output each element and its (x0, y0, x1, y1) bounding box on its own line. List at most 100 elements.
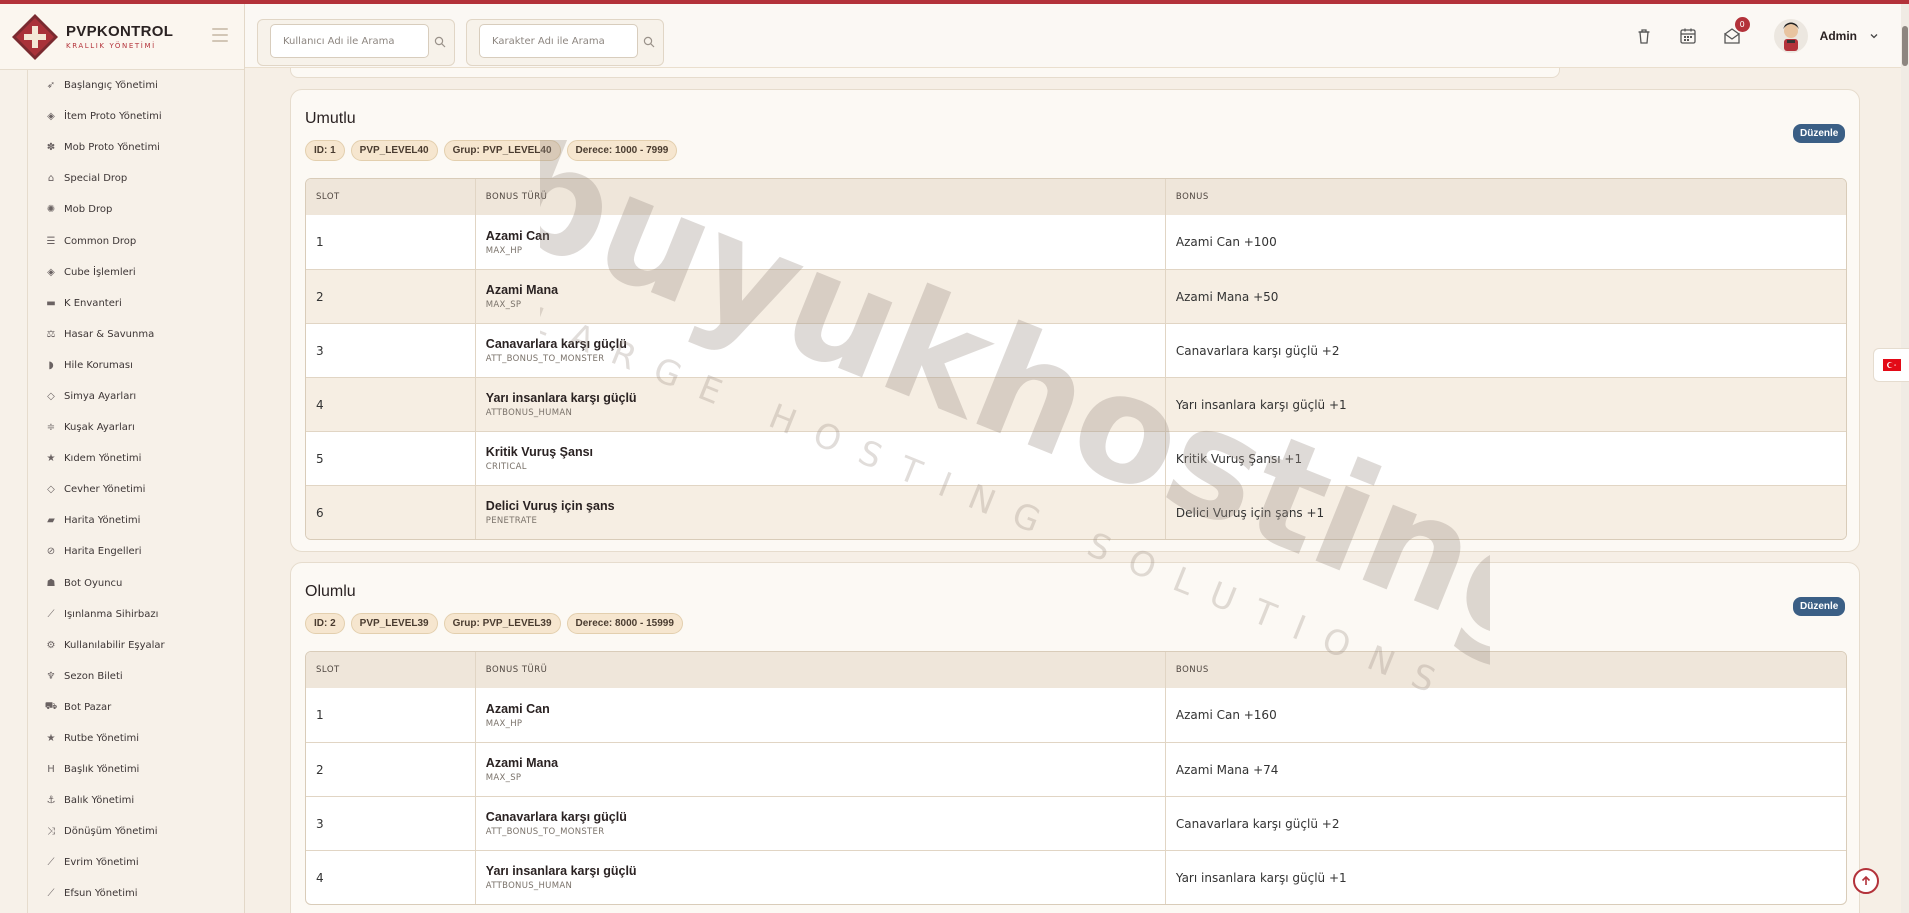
info-chip: PVP_LEVEL39 (350, 613, 438, 634)
sidebar-item-label: Kullanılabilir Eşyalar (64, 639, 165, 651)
info-chip: Derece: 1000 - 7999 (566, 140, 678, 161)
sidebar-item[interactable]: H Başlık Yönetimi (28, 754, 245, 785)
sidebar-item[interactable]: ⌂ Special Drop (28, 163, 245, 194)
sidebar-item-label: Sezon Bileti (64, 670, 123, 682)
sidebar-item[interactable]: ⚖ Hasar & Savunma (28, 319, 245, 350)
sidebar-item[interactable]: ◇ Simya Ayarları (28, 381, 245, 412)
scroll-to-top-button[interactable] (1853, 868, 1879, 894)
bonus-type-name: Yarı insanlara karşı güçlü (485, 391, 637, 405)
sidebar-item-label: Efsun Yönetimi (64, 888, 138, 900)
bonus-table: SLOT BONUS TÜRÜ BONUS 1 Azami Can MAX_HP Azami… (305, 178, 1847, 540)
slot-cell: 4 (316, 397, 324, 412)
menu-toggle-icon[interactable] (212, 28, 228, 46)
mail-icon[interactable]: 0 (1722, 17, 1750, 46)
gift-icon: ⌂ (47, 173, 55, 185)
cogs-icon: ⚙ (46, 639, 56, 651)
bonus-value-cell: Canavarlara karşı güçlü +2 (1164, 324, 1846, 377)
bonus-type-name: Kritik Vuruş Şansı (485, 445, 594, 459)
slot-cell: 5 (316, 451, 324, 466)
column-header-slot: SLOT (316, 192, 340, 202)
sidebar-item[interactable]: ≑ Kuşak Ayarları (28, 412, 245, 443)
slot-cell: 1 (316, 708, 324, 722)
android-icon: ☗ (46, 577, 56, 589)
avatar[interactable] (1773, 19, 1808, 53)
trophy-icon: ♆ (46, 670, 56, 682)
sidebar-item[interactable]: ▬ K Envanteri (28, 288, 245, 319)
bonus-group-card: Olumlu ID: 2 PVP_LEVEL39 Grup: PVP_LEVEL39 D… (290, 562, 1860, 913)
sidebar-item-label: Harita Engelleri (64, 546, 142, 558)
chevron-down-icon[interactable] (1869, 31, 1879, 41)
sidebar-item[interactable]: ⊘ Harita Engelleri (28, 536, 245, 567)
sidebar-item[interactable]: ⟋ Evrim Yönetimi (28, 847, 245, 878)
sidebar-item[interactable]: ◇ Cevher Yönetimi (28, 474, 245, 505)
sidebar-item[interactable]: ☰ Common Drop (28, 225, 245, 256)
sidebar-item[interactable]: ♆ Sezon Bileti (28, 661, 245, 692)
sidebar-item-label: Başlık Yönetimi (64, 764, 140, 776)
sidebar-item-label: Cevher Yönetimi (64, 484, 146, 496)
bonus-type-code: ATT_BONUS_TO_MONSTER (485, 354, 605, 364)
mail-badge: 0 (1734, 17, 1750, 32)
sidebar-item[interactable]: ◗ Hile Koruması (28, 350, 245, 381)
bonus-type-name: Canavarlara karşı güçlü (485, 810, 627, 824)
edit-button[interactable]: Düzenle (1793, 597, 1846, 616)
info-chip: Grup: PVP_LEVEL40 (443, 140, 561, 161)
sidebar-item[interactable]: ▰ Harita Yönetimi (28, 505, 245, 536)
bonus-type-name: Yarı insanlara karşı güçlü (485, 864, 637, 878)
sidebar-item-label: Simya Ayarları (64, 390, 137, 402)
sidebar-item-label: İtem Proto Yönetimi (64, 111, 162, 123)
sidebar-item[interactable]: ☗ Bot Oyuncu (28, 568, 245, 599)
bonus-type-name: Canavarlara karşı güçlü (485, 337, 627, 351)
brand[interactable]: PVPKONTROL KRALLIK YÖNETİMİ (0, 4, 244, 70)
table-row: 5 Kritik Vuruş Şansı CRITICAL Kritik Vuruş … (306, 431, 1846, 485)
table-header-row: SLOT BONUS TÜRÜ BONUS (306, 652, 1846, 688)
group-title: Umutlu (305, 110, 356, 127)
sidebar-item[interactable]: ⚙ Kullanılabilir Eşyalar (28, 630, 245, 661)
bonus-type-cell: Azami Mana MAX_SP (474, 743, 1165, 796)
sidebar-item-label: Common Drop (64, 235, 137, 247)
character-search-input[interactable] (480, 25, 637, 57)
table-row: 2 Azami Mana MAX_SP Azami Mana +74 (306, 742, 1846, 796)
sidebar-item-label: K Envanteri (64, 297, 122, 309)
map-icon: ▰ (47, 515, 55, 527)
top-accent-line (0, 0, 1909, 4)
trash-icon[interactable] (1634, 26, 1654, 46)
table-row: 4 Yarı insanlara karşı güçlü ATTBONUS_HUMA… (306, 850, 1846, 904)
table-row: 4 Yarı insanlara karşı güçlü ATTBONUS_HUMA… (306, 377, 1846, 431)
sidebar-item[interactable]: ★ Kıdem Yönetimi (28, 443, 245, 474)
column-header-bonus: BONUS (1164, 179, 1846, 215)
group-title: Olumlu (305, 583, 356, 600)
sidebar-item[interactable]: ◈ İtem Proto Yönetimi (28, 101, 245, 132)
column-header-bonus-type: BONUS TÜRÜ (474, 179, 1165, 215)
bonus-type-code: ATTBONUS_HUMAN (485, 408, 573, 418)
sidebar-item[interactable]: ⟋ Efsun Yönetimi (28, 878, 245, 909)
sidebar-item-label: Kıdem Yönetimi (64, 453, 142, 465)
box-icon: ◈ (47, 111, 55, 123)
user-search-input[interactable] (271, 25, 428, 57)
sidebar-item-label: Mob Drop (64, 204, 113, 216)
user-name[interactable]: Admin (1820, 29, 1857, 43)
search-icon[interactable] (643, 36, 655, 48)
sidebar-item[interactable]: ★ Rutbe Yönetimi (28, 723, 245, 754)
sidebar-item[interactable]: ⚓ Balık Yönetimi (28, 785, 245, 816)
sidebar-item[interactable]: ⟋ Işınlanma Sihirbazı (28, 599, 245, 630)
bonus-type-code: PENETRATE (485, 516, 538, 526)
slot-cell: 2 (316, 289, 324, 304)
sidebar-item[interactable]: ✽ Mob Proto Yönetimi (28, 132, 245, 163)
sidebar-item-label: Cube İşlemleri (64, 266, 136, 278)
sidebar-item[interactable]: ➶ Başlangıç Yönetimi (28, 70, 245, 101)
page-scrollbar[interactable] (1901, 4, 1909, 913)
brand-name: PVPKONTROL (66, 23, 174, 40)
slot-cell: 3 (316, 816, 324, 831)
search-icon[interactable] (434, 36, 446, 48)
star-icon: ★ (46, 453, 56, 465)
calendar-icon[interactable] (1678, 26, 1698, 46)
sidebar-item[interactable]: ⤨ Dönüşüm Yönetimi (28, 816, 245, 847)
sidebar-item[interactable]: ⛟ Bot Pazar (28, 692, 245, 723)
language-flag-button[interactable] (1873, 348, 1909, 382)
diamond-icon: ◇ (47, 484, 55, 496)
bonus-value-cell: Azami Can +160 (1164, 688, 1846, 742)
edit-button[interactable]: Düzenle (1793, 124, 1846, 143)
shield-icon: ◗ (48, 359, 54, 371)
sidebar-item[interactable]: ◈ Cube İşlemleri (28, 257, 245, 288)
sidebar-item[interactable]: ✺ Mob Drop (28, 194, 245, 225)
